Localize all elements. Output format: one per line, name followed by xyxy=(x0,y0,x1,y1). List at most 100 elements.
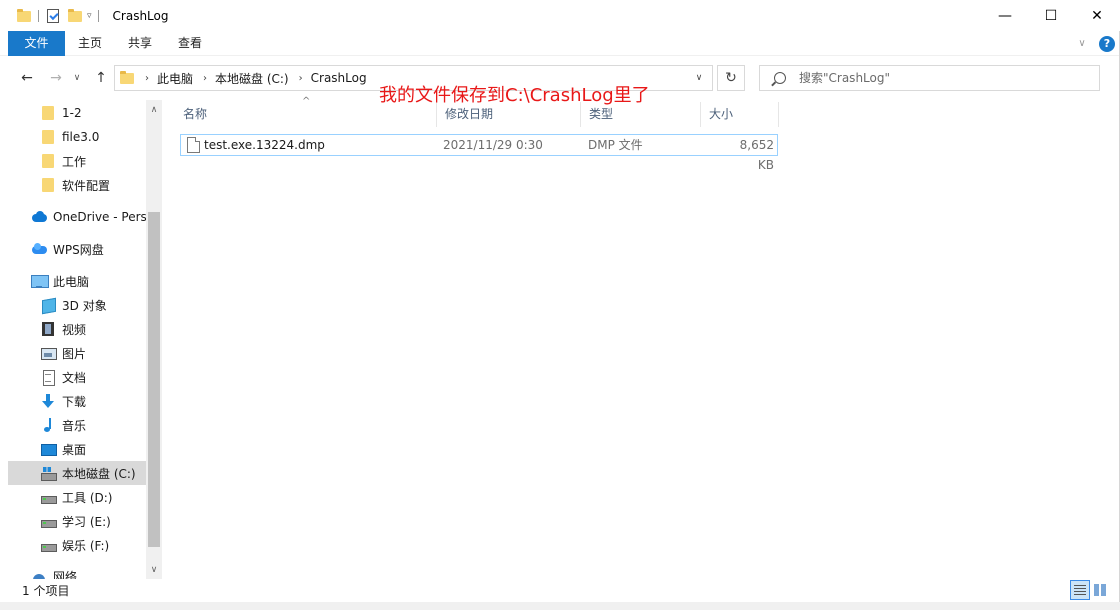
title-bar: ▿ CrashLog — ☐ ✕ xyxy=(0,0,1120,31)
onedrive-icon xyxy=(31,209,47,225)
table-row[interactable]: test.exe.13224.dmp 2021/11/29 0:30 DMP 文… xyxy=(180,134,778,172)
documents-icon xyxy=(40,369,56,386)
arrow-right-icon: → xyxy=(50,70,62,86)
sidebar-item-work[interactable]: 工作 xyxy=(8,149,146,173)
item-count: 1 个项目 xyxy=(22,584,70,598)
file-type: DMP 文件 xyxy=(588,138,643,152)
back-button[interactable]: ← xyxy=(16,68,38,88)
customize-quick-access-icon[interactable]: ▿ xyxy=(87,11,92,21)
chevron-down-icon: ∨ xyxy=(73,73,81,83)
details-view-icon xyxy=(1074,585,1086,595)
tab-view[interactable]: 查看 xyxy=(165,31,215,56)
large-icons-view-button[interactable] xyxy=(1090,580,1110,600)
sidebar-item-desktop[interactable]: 桌面 xyxy=(8,437,146,461)
download-icon xyxy=(40,393,56,409)
scroll-up-icon[interactable]: ∧ xyxy=(146,102,162,118)
help-icon[interactable]: ? xyxy=(1099,35,1115,52)
drive-icon xyxy=(40,537,57,553)
ribbon-tabs: 文件 主页 共享 查看 ∨ ? xyxy=(0,30,1120,56)
chevron-right-icon[interactable]: › xyxy=(299,73,303,84)
address-history-dropdown[interactable]: ∨ xyxy=(686,66,712,90)
sidebar-item-network[interactable]: 网络 xyxy=(8,564,146,579)
details-view-button[interactable] xyxy=(1070,580,1090,600)
properties-icon[interactable] xyxy=(45,8,61,24)
window-bottom-edge xyxy=(0,602,1120,610)
this-pc-icon xyxy=(31,273,49,289)
quick-access-toolbar: ▿ xyxy=(0,0,105,31)
sidebar-item-drive-d[interactable]: 工具 (D:) xyxy=(8,485,146,509)
column-header-size[interactable]: 大小 xyxy=(701,102,779,127)
search-input[interactable] xyxy=(799,71,1099,85)
folder-icon[interactable] xyxy=(16,8,32,24)
folder-icon xyxy=(40,129,56,145)
wps-cloud-icon xyxy=(31,241,47,257)
tab-file[interactable]: 文件 xyxy=(8,30,65,56)
sidebar-item-pictures[interactable]: 图片 xyxy=(8,341,146,365)
red-annotation-text: 我的文件保存到C:\CrashLog里了 xyxy=(379,85,650,106)
arrow-up-icon: ↑ xyxy=(95,70,107,86)
system-drive-icon xyxy=(40,465,57,481)
arrow-left-icon: ← xyxy=(21,70,33,86)
breadcrumb-this-pc[interactable]: 此电脑 xyxy=(157,70,193,87)
sidebar-item-documents[interactable]: 文档 xyxy=(8,365,146,389)
toolbar-divider xyxy=(97,9,99,22)
up-button[interactable]: ↑ xyxy=(90,68,112,88)
sidebar-item-1-2[interactable]: 1-2 xyxy=(8,101,146,125)
breadcrumb-local-disk-c[interactable]: 本地磁盘 (C:) xyxy=(215,70,289,87)
file-list: ^ 名称 修改日期 类型 大小 test.exe.13224.dmp 2021/… xyxy=(168,85,1120,579)
scrollbar-thumb[interactable] xyxy=(148,212,160,547)
close-button[interactable]: ✕ xyxy=(1074,0,1120,31)
sidebar-item-file3-0[interactable]: file3.0 xyxy=(8,125,146,149)
window-title: CrashLog xyxy=(112,8,169,23)
file-date-modified: 2021/11/29 0:30 xyxy=(443,138,543,152)
music-icon xyxy=(40,417,56,433)
folder-icon xyxy=(40,105,56,121)
sidebar-item-wps-cloud[interactable]: WPS网盘 xyxy=(8,237,146,261)
new-folder-icon[interactable] xyxy=(67,8,83,24)
refresh-icon: ↻ xyxy=(725,70,737,86)
refresh-button[interactable]: ↻ xyxy=(717,65,745,91)
toolbar-divider xyxy=(38,9,39,22)
minimize-button[interactable]: — xyxy=(982,0,1028,31)
sidebar-scrollbar[interactable]: ∧ ∨ xyxy=(146,100,162,579)
file-name: test.exe.13224.dmp xyxy=(204,138,325,152)
drive-icon xyxy=(40,489,57,505)
sidebar-item-videos[interactable]: 视频 xyxy=(8,317,146,341)
3d-objects-icon xyxy=(40,297,56,313)
video-icon xyxy=(40,321,56,337)
sidebar-item-this-pc[interactable]: 此电脑 xyxy=(8,269,146,293)
dmp-file-icon xyxy=(187,137,200,153)
desktop-icon xyxy=(40,441,57,457)
tab-home[interactable]: 主页 xyxy=(65,31,115,56)
view-switcher xyxy=(1070,580,1110,600)
sidebar-item-3d-objects[interactable]: 3D 对象 xyxy=(8,293,146,317)
search-box[interactable] xyxy=(759,65,1100,91)
sidebar-item-drive-f[interactable]: 娱乐 (F:) xyxy=(8,533,146,557)
scroll-down-icon[interactable]: ∨ xyxy=(146,562,162,578)
expand-ribbon-icon[interactable]: ∨ xyxy=(1073,38,1091,49)
status-bar: 1 个项目 xyxy=(0,579,1120,602)
sidebar-item-onedrive[interactable]: OneDrive - Pers xyxy=(8,205,146,229)
chevron-right-icon[interactable]: › xyxy=(145,73,149,84)
folder-icon xyxy=(119,70,135,86)
navigation-pane: 1-2 file3.0 工作 软件配置 OneDrive - Pers WPS网… xyxy=(0,100,162,579)
breadcrumb-crashlog[interactable]: CrashLog xyxy=(311,71,367,85)
sidebar-item-music[interactable]: 音乐 xyxy=(8,413,146,437)
recent-locations-button[interactable]: ∨ xyxy=(70,68,84,88)
maximize-button[interactable]: ☐ xyxy=(1028,0,1074,31)
folder-icon xyxy=(40,153,56,169)
large-icons-view-icon xyxy=(1094,584,1106,596)
sidebar-item-local-disk-c[interactable]: 本地磁盘 (C:) xyxy=(8,461,146,485)
chevron-right-icon[interactable]: › xyxy=(203,73,207,84)
ribbon-right: ∨ ? xyxy=(1073,31,1120,56)
network-icon xyxy=(31,568,47,579)
pictures-icon xyxy=(40,345,57,361)
file-size: 8,652 KB xyxy=(739,138,774,172)
drive-icon xyxy=(40,513,57,529)
tab-share[interactable]: 共享 xyxy=(115,31,165,56)
forward-button[interactable]: → xyxy=(45,68,67,88)
sidebar-item-software-config[interactable]: 软件配置 xyxy=(8,173,146,197)
sidebar-item-downloads[interactable]: 下载 xyxy=(8,389,146,413)
sidebar-item-drive-e[interactable]: 学习 (E:) xyxy=(8,509,146,533)
search-icon xyxy=(774,72,786,84)
